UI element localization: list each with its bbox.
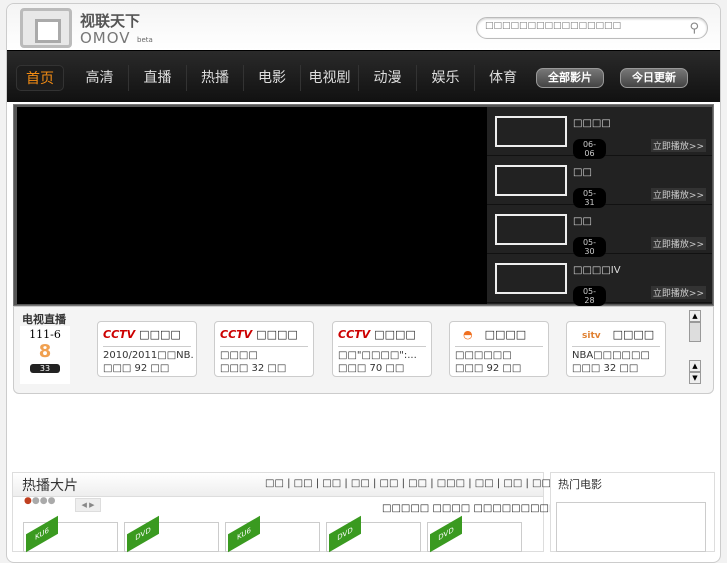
live-tv-label: 电视直播 — [22, 313, 66, 326]
video-player[interactable] — [17, 107, 487, 304]
channel-name: □□□□ — [612, 328, 655, 341]
item-date: 05-28 — [573, 286, 606, 306]
hot-movies-title: 热门电影 — [558, 478, 602, 491]
featured-item[interactable]: □□□□IV 05-28 立即播放>> — [487, 254, 712, 306]
search-box: ⚲ — [476, 17, 708, 39]
thumbnail[interactable] — [495, 214, 567, 245]
item-title: □□ — [573, 167, 592, 178]
channel-logo: CCTV — [103, 328, 136, 341]
channel-card[interactable]: ◓ □□□□ □□□□□□ □□□ 92 □□ — [449, 321, 549, 377]
program: □□□□ — [220, 350, 258, 361]
scroll-up-button-2[interactable]: ▲ — [689, 360, 701, 372]
search-input[interactable] — [485, 21, 675, 31]
channel-logo: CCTV — [338, 328, 371, 341]
thumbnail[interactable] — [495, 116, 567, 147]
scroll-up-button[interactable]: ▲ — [689, 310, 701, 322]
clock: 33 — [30, 364, 60, 373]
all-movies-button[interactable]: 全部影片 — [536, 68, 604, 88]
channel-card[interactable]: sitv □□□□ NBA□□□□□□ □□□ 32 □□ — [566, 321, 666, 377]
search-icon[interactable]: ⚲ — [689, 21, 699, 36]
play-now-link[interactable]: 立即播放>> — [650, 188, 706, 201]
nav-ent[interactable]: 娱乐 — [417, 65, 475, 91]
page-dots[interactable]: ●●●● — [24, 496, 55, 506]
logo-en: OMOV — [80, 29, 131, 47]
play-now-link[interactable]: 立即播放>> — [650, 286, 706, 299]
prev-next-arrows[interactable]: ◀ ▶ — [75, 498, 101, 512]
quality-tag: DVD — [430, 515, 462, 553]
item-title: □□□□ — [573, 118, 611, 129]
play-now-link[interactable]: 立即播放>> — [650, 237, 706, 250]
date-month: 111-6 — [29, 328, 61, 341]
item-title: □□ — [573, 216, 592, 227]
movie-card[interactable]: KU6 — [23, 515, 118, 553]
channel-card[interactable]: CCTV □□□□ □□□□ □□□ 32 □□ — [214, 321, 314, 377]
logo-text: 视联天下 — [80, 12, 141, 30]
program: □□"□□□□":... — [338, 350, 417, 361]
viewer-count: □□□ 92 □□ — [103, 363, 170, 374]
today-updates-button[interactable]: 今日更新 — [620, 68, 688, 88]
featured-list: □□□□ 06-06 立即播放>> □□ 05-31 立即播放>> □□ 05-30 立即播… — [487, 107, 712, 306]
channel-card[interactable]: CCTV □□□□ □□"□□□□":... □□□ 70 □□ — [332, 321, 432, 377]
quality-tag: KU6 — [26, 515, 58, 553]
movie-card[interactable]: DVD — [427, 515, 522, 553]
date-day: 8 — [38, 341, 52, 362]
nav-live[interactable]: 直播 — [129, 65, 187, 91]
scrollbar-thumb[interactable] — [689, 322, 701, 342]
channel-name: □□□□ — [139, 328, 181, 341]
program: □□□□□□ — [455, 350, 512, 361]
featured-item[interactable]: □□ 05-30 立即播放>> — [487, 205, 712, 257]
program: 2010/2011□□NB... — [103, 350, 193, 361]
logo-beta: beta — [137, 36, 153, 44]
nav-hot[interactable]: 热播 — [187, 65, 244, 91]
play-now-link[interactable]: 立即播放>> — [650, 139, 706, 152]
nav-movie[interactable]: 电影 — [244, 65, 301, 91]
movie-card[interactable]: KU6 — [225, 515, 320, 553]
program: NBA□□□□□□ — [572, 350, 650, 361]
channel-name: □□□□ — [374, 328, 416, 341]
thumbnail[interactable] — [495, 165, 567, 196]
quality-tag: DVD — [127, 515, 159, 553]
viewer-count: □□□ 92 □□ — [455, 363, 522, 374]
scroll-down-button[interactable]: ▼ — [689, 372, 701, 384]
viewer-count: □□□ 32 □□ — [572, 363, 639, 374]
channel-logo: CCTV — [220, 328, 253, 341]
date-widget: 111-6 8 33 — [20, 326, 70, 384]
channel-card[interactable]: CCTV □□□□ 2010/2011□□NB... □□□ 92 □□ — [97, 321, 197, 377]
viewer-count: □□□ 32 □□ — [220, 363, 287, 374]
hot-title: 热播大片 — [22, 478, 78, 494]
channel-logo: sitv — [582, 331, 601, 341]
nav-home[interactable]: 首页 — [16, 65, 64, 91]
movie-card[interactable]: DVD — [124, 515, 219, 553]
item-title: □□□□IV — [573, 265, 621, 276]
channel-name: □□□□ — [484, 328, 527, 341]
thumbnail[interactable] — [495, 263, 567, 294]
featured-item[interactable]: □□ 05-31 立即播放>> — [487, 156, 712, 208]
channel-logo: ◓ — [463, 328, 473, 341]
movie-card[interactable]: DVD — [326, 515, 421, 553]
channel-name: □□□□ — [256, 328, 298, 341]
featured-item[interactable]: □□□□ 06-06 立即播放>> — [487, 107, 712, 159]
logo-icon[interactable] — [20, 8, 72, 48]
nav-sports[interactable]: 体育 — [475, 65, 531, 91]
viewer-count: □□□ 70 □□ — [338, 363, 405, 374]
nav-tv[interactable]: 电视剧 — [301, 65, 359, 91]
nav-anime[interactable]: 动漫 — [359, 65, 417, 91]
main-nav: 首页 高清 直播 热播 电影 电视剧 动漫 娱乐 体育 全部影片 今日更新 — [7, 50, 720, 102]
quality-tag: DVD — [329, 515, 361, 553]
nav-hd[interactable]: 高清 — [71, 65, 129, 91]
quality-tag: KU6 — [228, 515, 260, 553]
